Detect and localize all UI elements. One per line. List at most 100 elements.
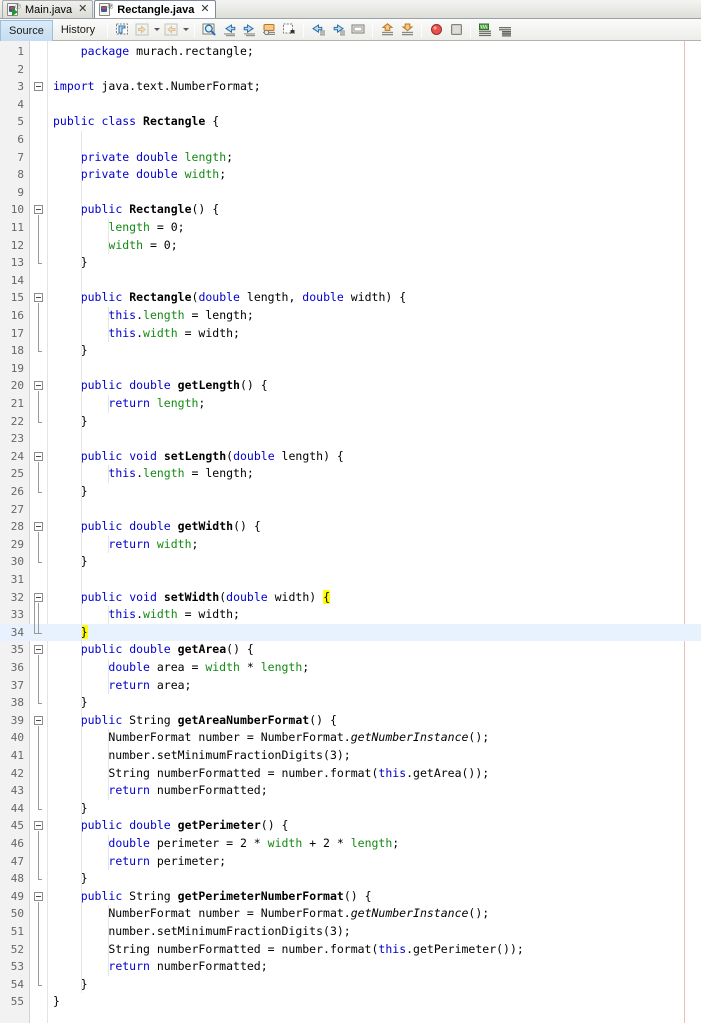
stop-button[interactable] <box>446 20 466 39</box>
comment-button[interactable] <box>377 20 397 39</box>
code-text-area[interactable]: 1 package murach.rectangle; 2 3 import java… <box>0 41 701 1023</box>
code-line[interactable]: 8 private double width; <box>0 166 701 184</box>
previous-bookmark-button[interactable] <box>495 20 515 39</box>
code-line[interactable]: 11 length = 0; <box>0 219 701 237</box>
toggle-highlight-search-button[interactable] <box>259 20 279 39</box>
code-line[interactable]: 41 number.setMinimumFractionDigits(3); <box>0 747 701 765</box>
code-line[interactable]: 16 this.length = length; <box>0 307 701 325</box>
code-line[interactable]: 35 public double getArea() { <box>0 641 701 659</box>
code-line[interactable]: 17 this.width = width; <box>0 325 701 343</box>
document-tab-rectangle-java[interactable]: ℗ Rectangle.java ✕ <box>94 0 216 18</box>
code-line[interactable]: 30 } <box>0 553 701 571</box>
code-line[interactable]: 53 return numberFormatted; <box>0 958 701 976</box>
code-line[interactable]: 37 return area; <box>0 677 701 695</box>
code-line[interactable]: 39 public String getAreaNumberFormat() { <box>0 712 701 730</box>
tab-source[interactable]: Source <box>0 19 53 41</box>
code-line[interactable]: 49 public String getPerimeterNumberForma… <box>0 888 701 906</box>
code-line[interactable]: 55} <box>0 993 701 1011</box>
fold-collapse-icon[interactable] <box>34 592 43 602</box>
code-line[interactable]: 44 } <box>0 800 701 818</box>
code-line[interactable]: 50 NumberFormat number = NumberFormat.ge… <box>0 905 701 923</box>
code-line[interactable]: 1 package murach.rectangle; <box>0 43 701 61</box>
toggle-breakpoint-button[interactable] <box>426 20 446 39</box>
code-line[interactable]: 38 } <box>0 694 701 712</box>
code-line[interactable]: 7 private double length; <box>0 149 701 167</box>
code-line[interactable]: 54 } <box>0 976 701 994</box>
fold-collapse-icon[interactable] <box>34 205 43 215</box>
code-line[interactable]: 5 public class Rectangle { <box>0 113 701 131</box>
code-text: return length; <box>108 396 206 410</box>
next-bookmark-button[interactable] <box>475 20 495 39</box>
line-number: 9 <box>17 185 24 199</box>
fold-collapse-icon[interactable] <box>34 821 43 831</box>
code-line[interactable]: 42 String numberFormatted = number.forma… <box>0 765 701 783</box>
fold-collapse-icon[interactable] <box>34 522 43 532</box>
code-line[interactable]: 19 <box>0 360 701 378</box>
code-line[interactable]: 2 <box>0 61 701 79</box>
code-line[interactable]: 51 number.setMinimumFractionDigits(3); <box>0 923 701 941</box>
code-line[interactable]: 48 } <box>0 870 701 888</box>
code-line[interactable]: 4 <box>0 96 701 114</box>
code-line[interactable]: 18 } <box>0 342 701 360</box>
code-line[interactable]: 20 public double getLength() { <box>0 377 701 395</box>
document-tab-main-java[interactable]: ℗ Main.java ✕ <box>2 0 94 18</box>
code-line[interactable]: 15 public Rectangle(double length, doubl… <box>0 289 701 307</box>
toggle-rectangular-selection-button[interactable] <box>112 20 132 39</box>
code-line[interactable]: 10 public Rectangle() { <box>0 201 701 219</box>
shift-line-right-button[interactable] <box>328 20 348 39</box>
code-text: return perimeter; <box>108 853 227 868</box>
code-line[interactable]: 24 public void setLength(double length) … <box>0 448 701 466</box>
find-previous-button[interactable] <box>219 20 239 39</box>
code-line[interactable]: 13 } <box>0 254 701 272</box>
code-line[interactable]: 27 <box>0 501 701 519</box>
code-line[interactable]: 34 } <box>0 623 701 642</box>
line-number: 1 <box>17 45 24 58</box>
code-line[interactable]: 33 this.width = width; <box>0 606 701 624</box>
code-line[interactable]: 12 width = 0; <box>0 237 701 255</box>
code-text: number.setMinimumFractionDigits(3); <box>53 924 351 938</box>
code-line[interactable]: 21 return length; <box>0 395 701 413</box>
fold-collapse-icon[interactable] <box>34 381 43 391</box>
code-editor[interactable]: 1 package murach.rectangle; 2 3 import java… <box>0 41 701 1023</box>
code-text: } <box>53 413 88 428</box>
code-line[interactable]: 26 } <box>0 483 701 501</box>
line-number: 24 <box>10 449 24 463</box>
uncomment-button[interactable] <box>397 20 417 39</box>
start-macro-recording-button[interactable] <box>348 20 368 39</box>
code-line[interactable]: 43 return numberFormatted; <box>0 782 701 800</box>
code-line[interactable]: 14 <box>0 272 701 290</box>
code-line[interactable]: 40 NumberFormat number = NumberFormat.ge… <box>0 729 701 747</box>
fold-collapse-icon[interactable] <box>34 293 43 303</box>
code-line[interactable]: 29 return width; <box>0 536 701 554</box>
code-line[interactable]: 25 this.length = length; <box>0 465 701 483</box>
find-next-button[interactable] <box>239 20 259 39</box>
code-line[interactable]: 28 public double getWidth() { <box>0 518 701 536</box>
code-line[interactable]: 47 return perimeter; <box>0 853 701 871</box>
fold-collapse-icon[interactable] <box>34 82 43 92</box>
code-line[interactable]: 45 public double getPerimeter() { <box>0 817 701 835</box>
code-line[interactable]: 32 public void setWidth(double width) { <box>0 589 701 607</box>
code-line[interactable]: 3 import java.text.NumberFormat; <box>0 78 701 96</box>
code-line[interactable]: 6 <box>0 131 701 149</box>
code-line[interactable]: 46 double perimeter = 2 * width + 2 * le… <box>0 835 701 853</box>
code-text: public class Rectangle { <box>53 114 220 129</box>
code-text: return area; <box>108 677 192 692</box>
code-line[interactable]: 36 double area = width * length; <box>0 659 701 677</box>
fold-collapse-icon[interactable] <box>34 645 43 655</box>
code-line[interactable]: 31 <box>0 571 701 589</box>
code-line[interactable]: 9 <box>0 184 701 202</box>
fold-collapse-icon[interactable] <box>34 715 43 725</box>
code-line[interactable]: 23 <box>0 430 701 448</box>
tab-history[interactable]: History <box>53 20 103 41</box>
shift-line-left-button[interactable] <box>308 20 328 39</box>
fold-collapse-icon[interactable] <box>34 451 43 461</box>
find-selection-button[interactable] <box>199 20 219 39</box>
last-edit-button[interactable] <box>279 20 299 39</box>
close-icon[interactable]: ✕ <box>78 4 87 15</box>
line-number: 54 <box>10 977 24 991</box>
code-line[interactable]: 22 } <box>0 413 701 431</box>
fold-collapse-icon[interactable] <box>34 891 43 901</box>
code-text: NumberFormat number = NumberFormat.getNu… <box>53 906 490 921</box>
code-line[interactable]: 52 String numberFormatted = number.forma… <box>0 941 701 959</box>
close-icon[interactable]: ✕ <box>200 4 209 15</box>
